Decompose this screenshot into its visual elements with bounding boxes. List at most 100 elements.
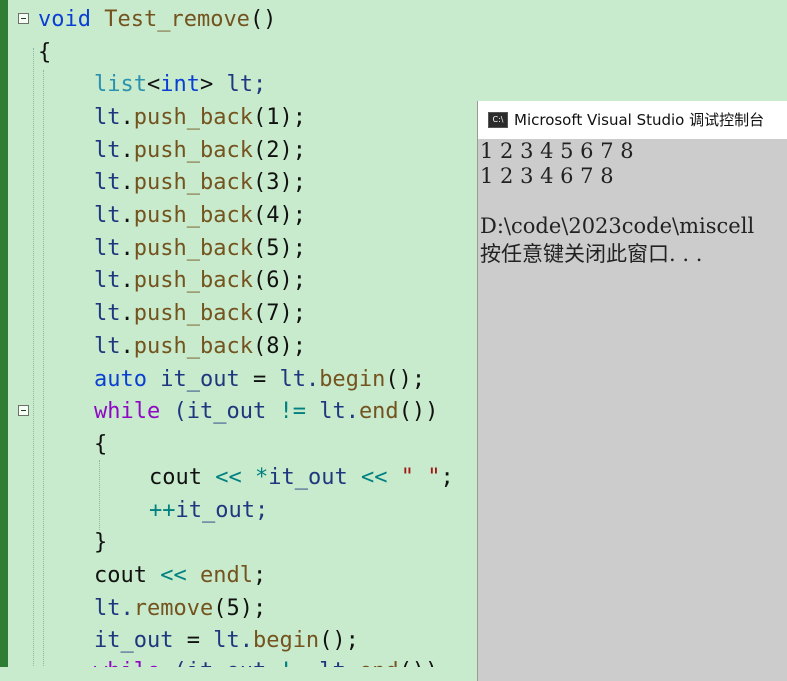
code-line: ++it_out; (149, 494, 268, 527)
identifier: lt. (94, 596, 134, 621)
punct: . (120, 301, 134, 326)
keyword: void (38, 7, 91, 32)
operator: ++ (149, 498, 176, 523)
collapse-while-icon[interactable] (18, 405, 29, 416)
function-name: begin (319, 367, 386, 392)
code-line: while (it_out != lt.end()) (94, 395, 438, 428)
function-name: remove (133, 596, 214, 621)
punct: > (199, 72, 214, 97)
code-line: { (94, 428, 107, 461)
type-name: list (94, 72, 147, 97)
function-name: push_back (133, 105, 253, 130)
operator: * (241, 465, 269, 490)
keyword: while (94, 399, 161, 424)
debug-console-window[interactable]: C:\ Microsoft Visual Studio 调试控制台 1 2 3 … (477, 101, 787, 681)
console-output-line: 1 2 3 4 6 7 8 (480, 164, 614, 188)
keyword: while (94, 659, 160, 667)
punct: . (120, 334, 134, 359)
identifier: (it_out (160, 399, 280, 424)
function-name: endl (186, 563, 253, 588)
function-name: end (359, 659, 399, 667)
args: (1); (252, 105, 306, 130)
code-line: cout << endl; (94, 559, 266, 592)
function-name: push_back (133, 170, 253, 195)
code-line: void Test_remove() (38, 3, 276, 36)
operator: != (279, 399, 306, 424)
collapse-function-icon[interactable] (18, 13, 29, 24)
console-app-icon: C:\ (488, 112, 508, 128)
brace: { (94, 432, 108, 457)
operator: = (252, 367, 267, 392)
brace: { (38, 40, 52, 65)
punct: < (146, 72, 161, 97)
console-titlebar[interactable]: C:\ Microsoft Visual Studio 调试控制台 (478, 101, 787, 139)
code-line: lt.push_back(6); (94, 264, 306, 297)
identifier: it_out (146, 367, 253, 392)
code-line: lt.remove(5); (94, 592, 266, 625)
operator: << (360, 465, 388, 490)
punct: () (249, 7, 277, 32)
punct: . (120, 170, 134, 195)
punct: ; (440, 465, 454, 490)
punct: . (120, 236, 134, 261)
operator: = (186, 628, 200, 653)
code-line: lt.push_back(2); (94, 134, 306, 167)
code-line: cout << *it_out << " "; (149, 461, 454, 494)
identifier: lt. (305, 399, 359, 424)
identifier: lt (94, 105, 121, 130)
punct: (); (319, 628, 359, 653)
args: (2); (252, 138, 306, 163)
identifier: lt. (266, 367, 320, 392)
punct: ()) (398, 399, 439, 424)
code-line: { (38, 36, 51, 69)
identifier: lt (94, 301, 121, 326)
identifier: cout (94, 563, 161, 588)
identifier: it_out (268, 465, 361, 490)
operator: != (279, 659, 306, 667)
operator: << (160, 563, 187, 588)
outline-guide (33, 48, 34, 667)
identifier: cout (149, 465, 216, 490)
function-name: push_back (133, 334, 253, 359)
code-line: it_out = lt.begin(); (94, 624, 359, 657)
punct: . (120, 268, 134, 293)
function-name: push_back (133, 203, 253, 228)
function-name: push_back (133, 138, 253, 163)
change-tracking-bar (0, 0, 8, 667)
punct: . (120, 138, 134, 163)
identifier: lt (94, 236, 121, 261)
punct: ()) (399, 659, 439, 667)
code-line: lt.push_back(1); (94, 101, 306, 134)
code-line: list<int> lt; (94, 68, 266, 101)
string-literal: " " (387, 465, 441, 490)
function-name: push_back (133, 301, 253, 326)
punct: . (120, 203, 134, 228)
function-name: Test_remove (104, 7, 250, 32)
code-line: lt.push_back(8); (94, 330, 306, 363)
punct: . (120, 105, 134, 130)
identifier: lt (94, 334, 121, 359)
operator: << (215, 465, 242, 490)
console-output-line: 按任意键关闭此窗口. . . (480, 242, 703, 266)
identifier: it_out; (175, 498, 269, 523)
identifier: lt; (213, 72, 267, 97)
indent-guide (43, 70, 44, 667)
code-line: lt.push_back(3); (94, 166, 306, 199)
args: (4); (252, 203, 306, 228)
identifier: lt. (199, 628, 253, 653)
function-name: push_back (133, 268, 253, 293)
identifier: (it_out (160, 659, 279, 667)
punct: (); (385, 367, 426, 392)
args: (3); (252, 170, 306, 195)
args: (6); (252, 268, 306, 293)
identifier: lt. (306, 659, 359, 667)
keyword: int (160, 72, 200, 97)
brace: } (94, 530, 108, 555)
indent-guide (99, 460, 100, 530)
punct: (5); (213, 596, 267, 621)
args: (5); (252, 236, 306, 261)
args: (7); (252, 301, 306, 326)
code-line: } (94, 526, 107, 559)
console-output-line: 1 2 3 4 5 6 7 8 (480, 139, 634, 163)
console-output-line: D:\code\2023code\miscell (480, 214, 755, 238)
